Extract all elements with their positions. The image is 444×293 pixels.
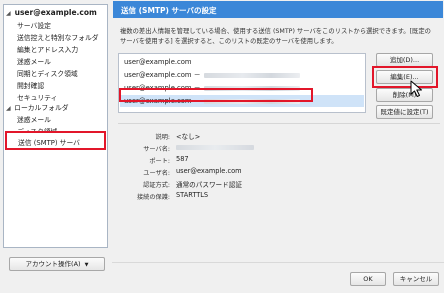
description-line: 複数の差出人情報を管理している場合、使用する送信 (SMTP) サーバをこのリス… bbox=[120, 28, 431, 35]
collapse-arrow-icon[interactable]: ◢ bbox=[6, 10, 12, 17]
tree-item-return-receipts[interactable]: 開封確認 bbox=[17, 80, 44, 90]
detail-description: <なし> bbox=[176, 133, 201, 141]
smtp-item-label: 送信 (SMTP) サーバ bbox=[18, 139, 80, 147]
detail-port: 587 bbox=[176, 155, 189, 163]
detail-username: user@example.com bbox=[176, 167, 242, 175]
redacted-server bbox=[176, 144, 254, 150]
chevron-down-icon: ▼ bbox=[84, 262, 89, 268]
ok-button[interactable]: OK bbox=[350, 272, 386, 286]
tree-item-composition[interactable]: 編集とアドレス入力 bbox=[17, 44, 78, 54]
tree-item-copies-folders[interactable]: 送信控えと特別なフォルダ bbox=[17, 32, 99, 42]
selection-highlight bbox=[119, 88, 313, 102]
tree-item-junk[interactable]: 迷惑メール bbox=[17, 56, 51, 66]
account-sidebar: ◢ user@example.com サーバ設定 送信控えと特別なフォルダ 編集… bbox=[0, 0, 112, 293]
server-email: user@example.com bbox=[124, 58, 192, 66]
list-item[interactable]: user@example.com bbox=[120, 56, 364, 68]
description-text: 複数の差出人情報を管理している場合、使用する送信 (SMTP) サーバをこのリス… bbox=[120, 27, 440, 46]
detail-label: サーバ名: bbox=[143, 146, 170, 153]
detail-server-name bbox=[176, 143, 254, 151]
add-button[interactable]: 追加(D)... bbox=[376, 53, 433, 67]
tree-item-smtp[interactable]: 送信 (SMTP) サーバ bbox=[5, 131, 106, 150]
redacted-server bbox=[203, 72, 300, 78]
detail-auth: 通常のパスワード認証 bbox=[176, 181, 242, 189]
tree-account-node[interactable]: ◢ user@example.com bbox=[6, 8, 97, 17]
set-default-button[interactable]: 既定値に設定(T) bbox=[376, 105, 433, 119]
smtp-settings-panel: 送信 (SMTP) サーバの設定 複数の差出人情報を管理している場合、使用する送… bbox=[112, 0, 444, 293]
server-dash: － bbox=[193, 71, 201, 79]
collapse-arrow-icon[interactable]: ◢ bbox=[6, 105, 12, 112]
server-email: user@example.com bbox=[124, 71, 192, 79]
page-title: 送信 (SMTP) サーバの設定 bbox=[113, 1, 443, 18]
tree-item-security[interactable]: セキュリティ bbox=[17, 92, 57, 102]
tree-item-local-junk[interactable]: 迷惑メール bbox=[17, 114, 51, 124]
tree-local-folders-node[interactable]: ◢ ローカルフォルダ bbox=[6, 102, 69, 112]
edit-highlight bbox=[372, 66, 438, 88]
detail-label: 認証方式: bbox=[143, 182, 170, 189]
delete-button[interactable]: 削除(M) bbox=[376, 88, 433, 102]
detail-label: 接続の保護: bbox=[136, 194, 170, 201]
divider bbox=[118, 123, 440, 124]
detail-label: ポート: bbox=[149, 158, 170, 165]
cancel-button[interactable]: キャンセル bbox=[393, 272, 439, 286]
detail-label: ユーザ名: bbox=[143, 170, 170, 177]
account-actions-button[interactable]: アカウント操作(A) ▼ bbox=[9, 257, 105, 271]
smtp-server-list[interactable]: user@example.com user@example.com － user… bbox=[118, 53, 366, 113]
account-actions-label: アカウント操作(A) bbox=[25, 260, 81, 268]
tree-item-server-settings[interactable]: サーバ設定 bbox=[17, 20, 51, 30]
description-line: サーバを使用する] を選択すると、このリストの既定のサーバを使用します。 bbox=[120, 37, 338, 45]
divider bbox=[112, 262, 444, 263]
detail-security: STARTTLS bbox=[176, 191, 209, 199]
local-folders-label: ローカルフォルダ bbox=[14, 104, 69, 112]
mouse-cursor-icon bbox=[410, 80, 422, 97]
account-tree: ◢ user@example.com サーバ設定 送信控えと特別なフォルダ 編集… bbox=[3, 4, 108, 248]
tree-item-sync-storage[interactable]: 同期とディスク領域 bbox=[17, 68, 78, 78]
list-item[interactable]: user@example.com － bbox=[120, 69, 364, 81]
account-name: user@example.com bbox=[14, 8, 97, 17]
detail-label: 説明: bbox=[155, 134, 170, 141]
